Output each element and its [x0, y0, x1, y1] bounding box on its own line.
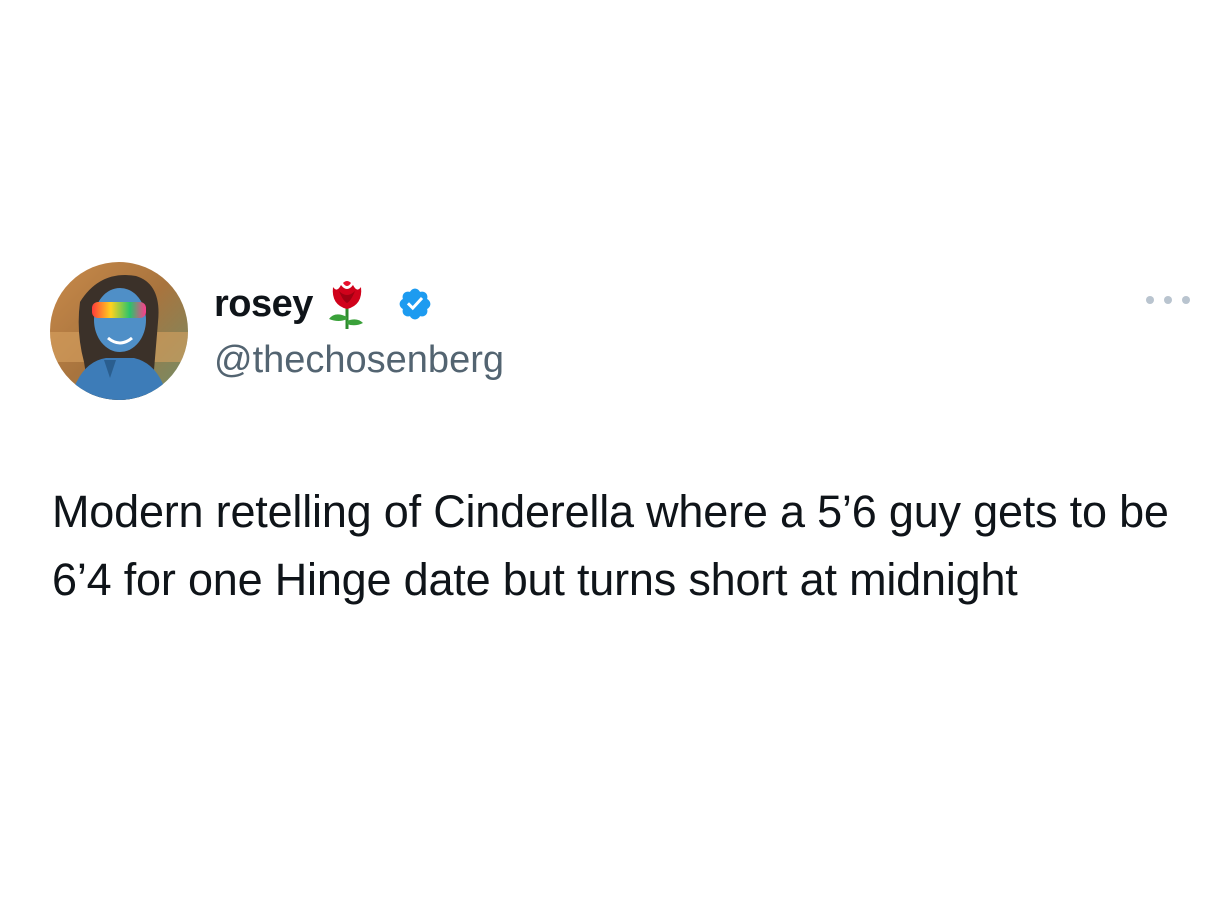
- display-name[interactable]: rosey: [214, 285, 313, 323]
- tweet-card: rosey @thechosenberg Modern retelling of…: [0, 0, 1215, 900]
- more-dot: [1146, 296, 1154, 304]
- rose-icon: [323, 277, 371, 331]
- more-dot: [1164, 296, 1172, 304]
- author-name-row: rosey: [214, 276, 433, 332]
- avatar-image: [50, 262, 188, 400]
- more-options-icon[interactable]: [1146, 290, 1190, 310]
- avatar[interactable]: [50, 262, 188, 400]
- author-handle[interactable]: @thechosenberg: [214, 338, 504, 384]
- verified-badge-icon: [397, 286, 433, 322]
- more-dot: [1182, 296, 1190, 304]
- tweet-text: Modern retelling of Cinderella where a 5…: [52, 486, 1169, 605]
